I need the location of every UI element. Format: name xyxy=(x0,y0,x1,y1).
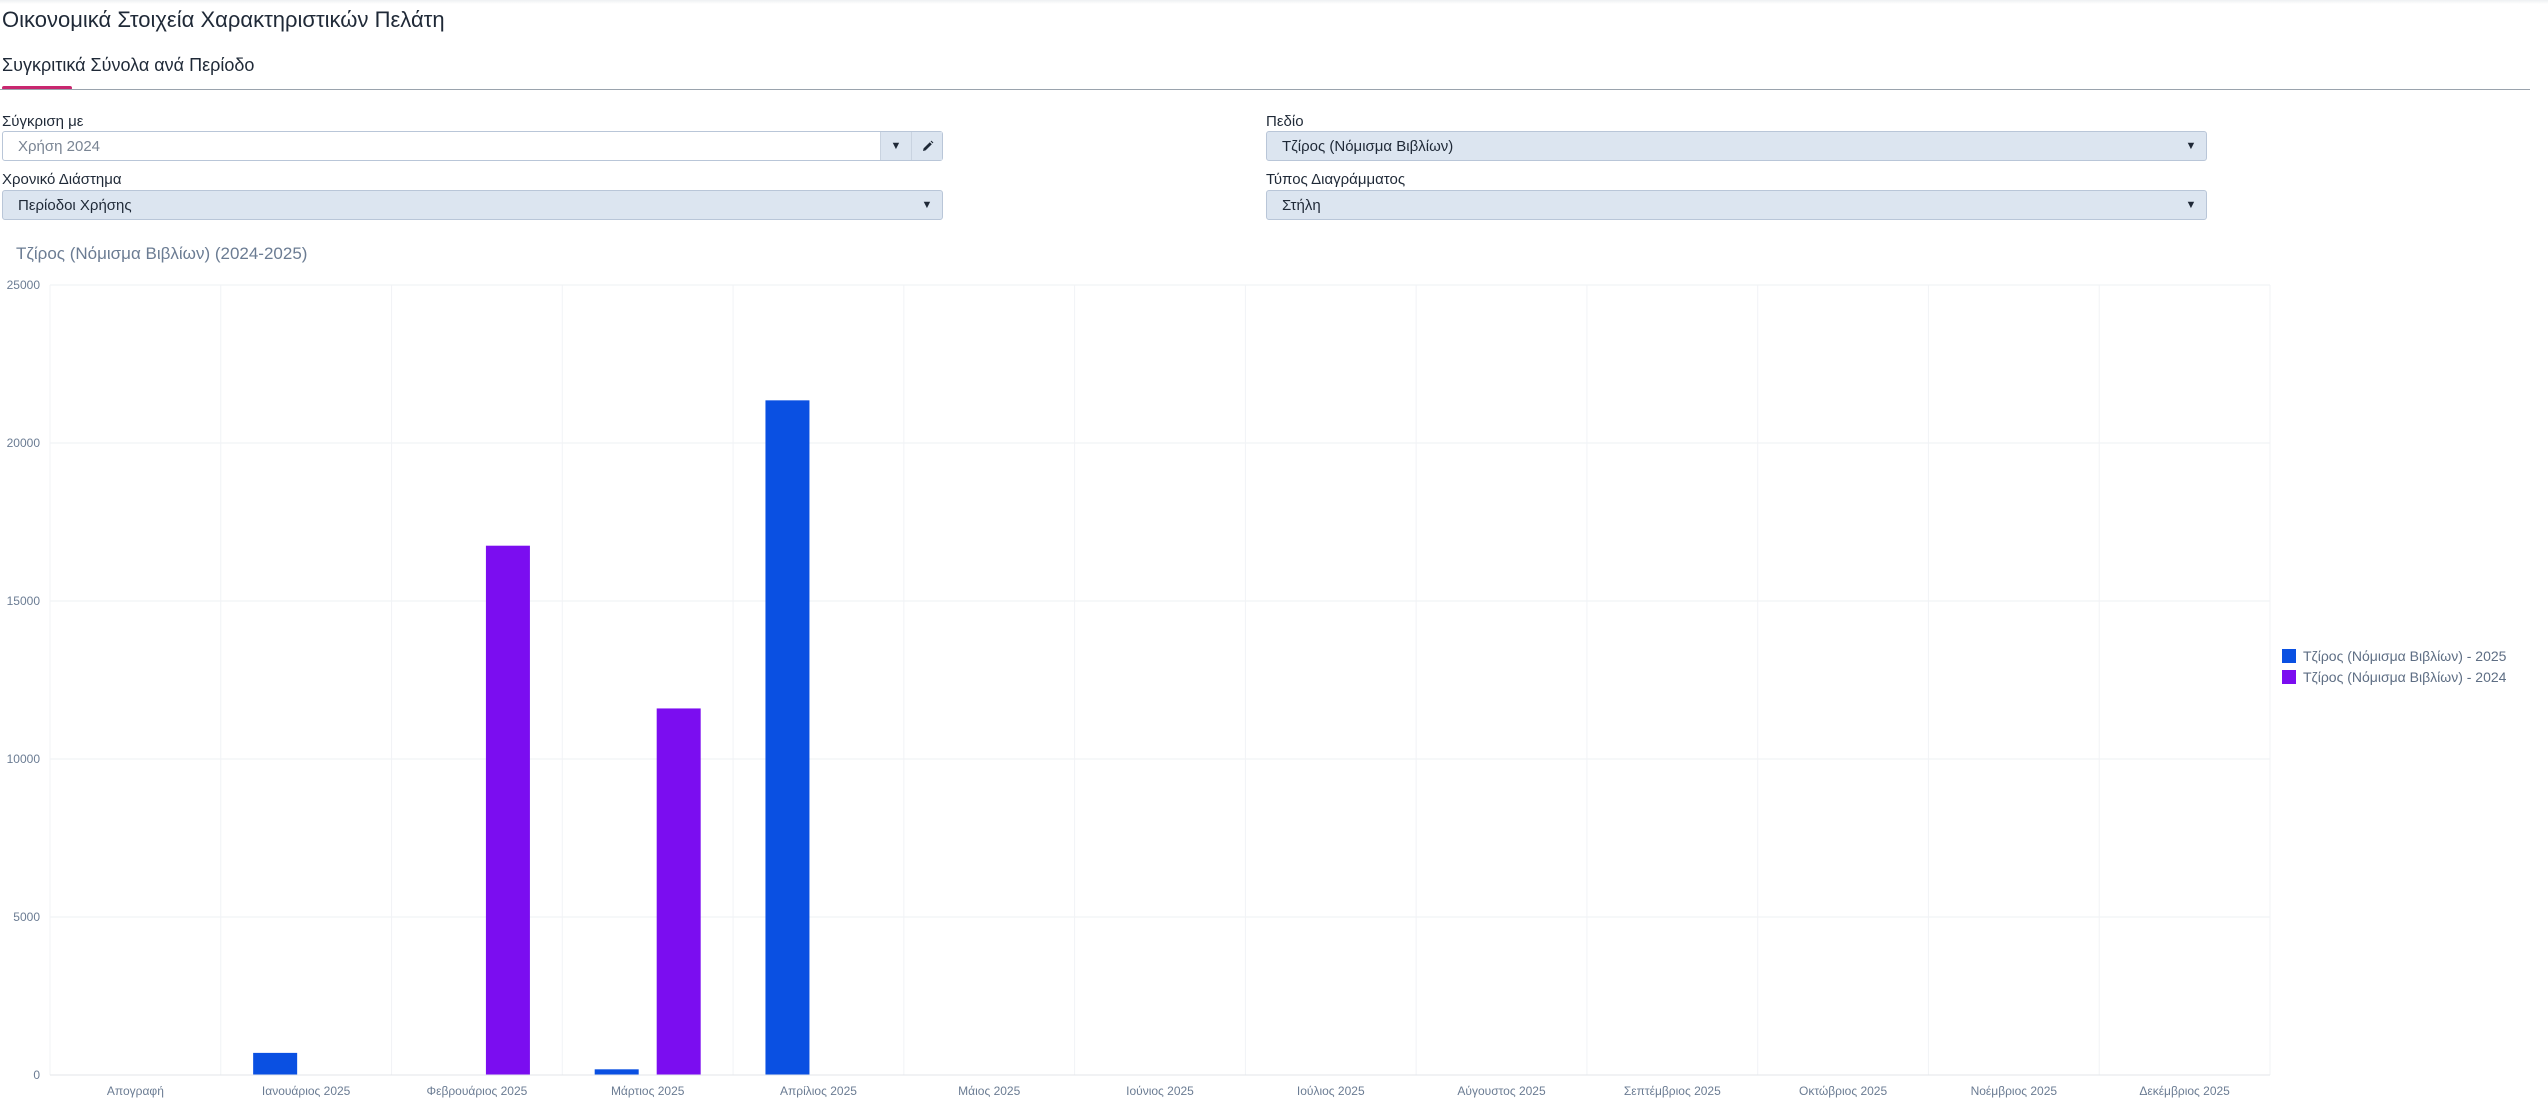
legend-item-2024[interactable]: Τζίρος (Νόμισμα Βιβλίων) - 2024 xyxy=(2282,666,2506,687)
y-tick-label: 20000 xyxy=(7,436,41,450)
x-tick-label: Νοέμβριος 2025 xyxy=(1971,1084,2058,1098)
period-label: Χρονικό Διάστημα xyxy=(2,171,122,188)
caret-down-icon: ▼ xyxy=(2185,140,2197,152)
bar-2024-3 xyxy=(656,708,701,1075)
legend-label-2024: Τζίρος (Νόμισμα Βιβλίων) - 2024 xyxy=(2303,668,2507,685)
top-shadow xyxy=(0,0,2548,4)
y-tick-label: 5000 xyxy=(13,910,40,924)
x-tick-label: Απρίλιος 2025 xyxy=(780,1084,857,1098)
bar-2024-2 xyxy=(485,545,530,1075)
x-tick-label: Σεπτέμβριος 2025 xyxy=(1624,1084,1721,1098)
period-value: Περίοδοι Χρήσης xyxy=(18,196,132,214)
tab-comparative-totals[interactable]: Συγκριτικά Σύνολα ανά Περίοδο xyxy=(2,55,254,76)
field-label: Πεδίο xyxy=(1266,113,1304,130)
x-tick-label: Οκτώβριος 2025 xyxy=(1799,1084,1887,1098)
pencil-icon[interactable] xyxy=(911,132,942,160)
bar-2025-4 xyxy=(765,400,810,1076)
legend-swatch-2025 xyxy=(2282,648,2296,663)
x-tick-label: Απογραφή xyxy=(107,1084,164,1098)
chart-title: Τζίρος (Νόμισμα Βιβλίων) (2024-2025) xyxy=(16,244,308,263)
x-tick-label: Δεκέμβριος 2025 xyxy=(2139,1084,2230,1098)
field-value: Τζίρος (Νόμισμα Βιβλίων) xyxy=(1282,137,1454,155)
chart-legend: Τζίρος (Νόμισμα Βιβλίων) - 2025 Τζίρος (… xyxy=(2282,645,2506,687)
charttype-select[interactable]: Στήλη ▼ xyxy=(1266,190,2207,220)
y-tick-label: 10000 xyxy=(7,752,41,766)
y-tick-label: 15000 xyxy=(7,594,41,608)
field-select[interactable]: Τζίρος (Νόμισμα Βιβλίων) ▼ xyxy=(1266,131,2207,161)
compare-input[interactable]: Χρήση 2024 xyxy=(3,138,880,155)
charttype-value: Στήλη xyxy=(1282,196,1321,214)
x-tick-label: Αύγουστος 2025 xyxy=(1457,1084,1546,1098)
compare-label: Σύγκριση με xyxy=(2,113,84,130)
compare-field[interactable]: Χρήση 2024 ▼ xyxy=(2,131,943,161)
page-title: Οικονομικά Στοιχεία Χαρακτηριστικών Πελά… xyxy=(2,7,445,32)
x-tick-label: Ιανουάριος 2025 xyxy=(262,1084,351,1098)
bar-chart: 0 5000 10000 15000 20000 25000 Απογραφή Ιανουάρ… xyxy=(7,278,2271,1098)
x-tick-label: Ιούλιος 2025 xyxy=(1297,1084,1365,1098)
tab-divider xyxy=(0,89,2530,90)
bar-2025-1 xyxy=(253,1052,298,1075)
caret-down-icon: ▼ xyxy=(2185,199,2197,211)
y-tick-label: 0 xyxy=(33,1068,40,1082)
legend-label-2025: Τζίρος (Νόμισμα Βιβλίων) - 2025 xyxy=(2303,647,2507,664)
x-tick-label: Μάιος 2025 xyxy=(958,1084,1020,1098)
bar-2025-3 xyxy=(594,1069,639,1075)
period-select[interactable]: Περίοδοι Χρήσης ▼ xyxy=(2,190,943,220)
x-tick-label: Ιούνιος 2025 xyxy=(1126,1084,1194,1098)
legend-swatch-2024 xyxy=(2282,669,2296,684)
charttype-label: Τύπος Διαγράμματος xyxy=(1266,171,1406,188)
x-tick-label: Μάρτιος 2025 xyxy=(611,1084,685,1098)
x-tick-label: Φεβρουάριος 2025 xyxy=(427,1084,528,1098)
caret-down-icon[interactable]: ▼ xyxy=(880,132,911,160)
caret-down-icon: ▼ xyxy=(921,199,933,211)
y-tick-label: 25000 xyxy=(7,278,41,292)
legend-item-2025[interactable]: Τζίρος (Νόμισμα Βιβλίων) - 2025 xyxy=(2282,645,2506,666)
